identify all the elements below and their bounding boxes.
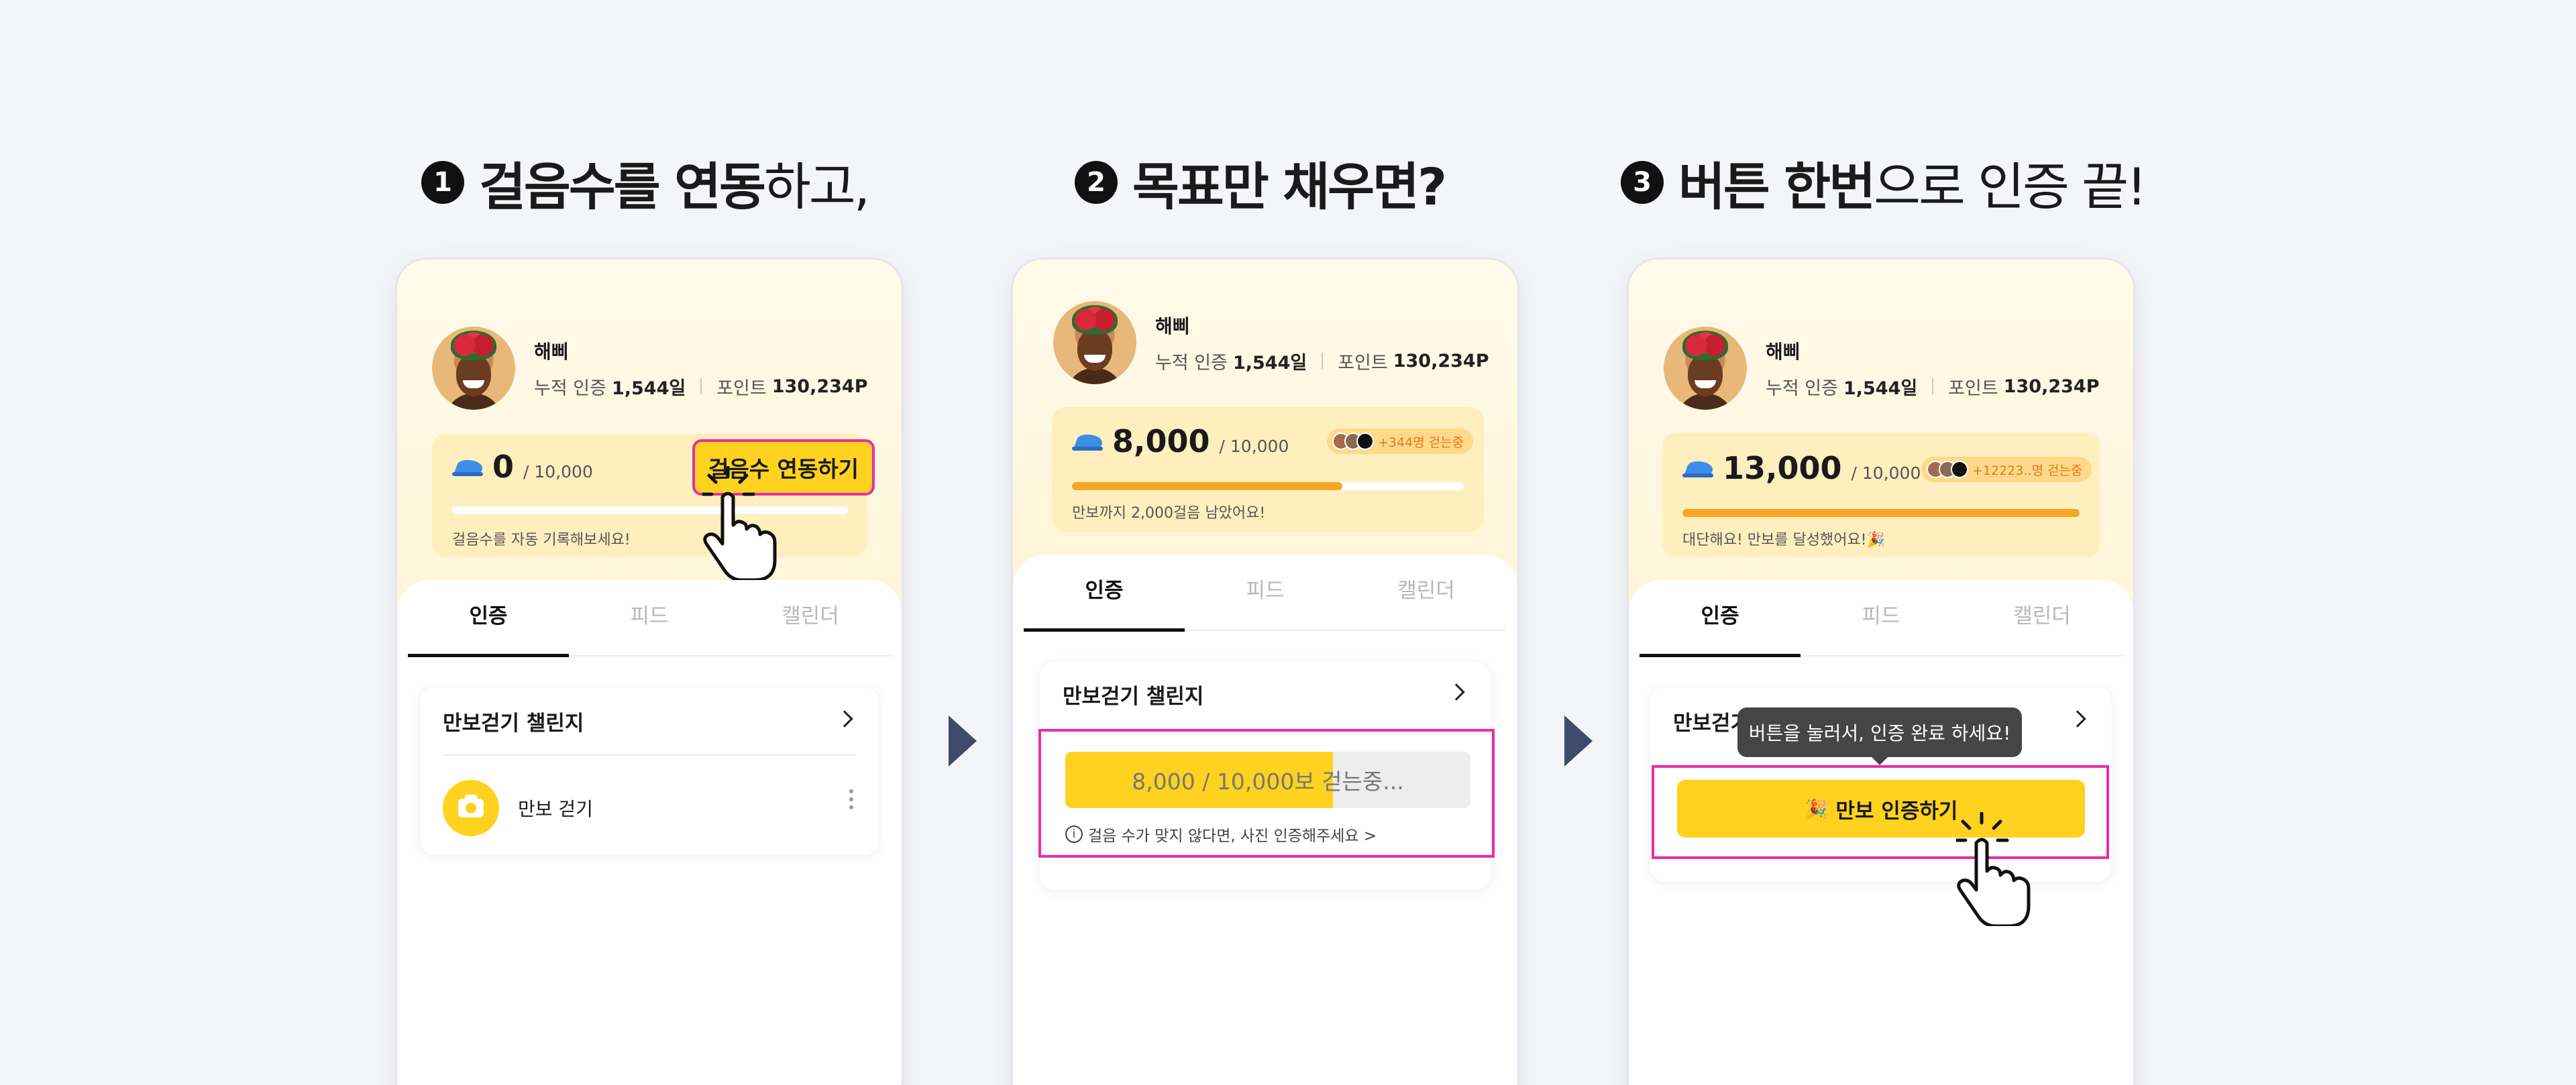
- step-number: 1: [421, 161, 464, 204]
- profile-name: 해삐: [534, 340, 569, 363]
- step-note: 대단해요! 만보를 달성했어요!🎉: [1682, 532, 1885, 549]
- step-count: 0: [492, 449, 515, 485]
- confetti-icon: 🎉: [1804, 797, 1828, 820]
- tab-feed[interactable]: 피드: [1185, 573, 1346, 630]
- next-arrow-icon: [1564, 716, 1593, 766]
- step-3-title: 3 버튼 한번 으로 인증 끝!: [1621, 149, 2147, 217]
- avatar: [432, 327, 515, 410]
- step-2-title: 2 목표만 채우면?: [1075, 149, 1447, 217]
- tab-bar: 인증 피드 캘린더: [1024, 573, 1507, 632]
- profile-name: 해삐: [1155, 315, 1190, 337]
- walkers-badge: +12223..명 걷는중: [1921, 457, 2092, 482]
- walker-avatars: [1927, 461, 1968, 478]
- profile-stats: 누적 인증 1,544일 포인트 130,234P: [1155, 350, 1489, 374]
- chevron-right-icon[interactable]: [2069, 710, 2086, 728]
- hand-pointer-icon: [702, 466, 777, 580]
- photo-cert-link[interactable]: i 걸음 수가 맞지 않다면, 사진 인증해주세요 >: [1065, 823, 1377, 846]
- step-1-title: 1 걸음수를 연동 하고,: [421, 149, 870, 217]
- hand-pointer-icon: [1956, 812, 2031, 926]
- shoe-icon: [1682, 457, 1715, 479]
- challenge-title: 만보걷기 챌린지: [443, 711, 584, 736]
- tab-bar: 인증 피드 캘린더: [408, 599, 891, 657]
- step-title-bold: 버튼 한번: [1678, 157, 1876, 217]
- next-arrow-icon: [949, 716, 977, 766]
- chevron-right-icon[interactable]: [836, 710, 853, 728]
- walkers-badge: +344명 걷는중: [1327, 429, 1474, 454]
- profile: 해삐 누적 인증 1,544일 포인트 130,234P: [1053, 301, 1489, 384]
- item-label: 만보 걷기: [518, 798, 593, 820]
- tab-bar: 인증 피드 캘린더: [1640, 599, 2123, 657]
- shoe-icon: [1072, 431, 1104, 452]
- bottom-sheet: 인증 피드 캘린더 만보걷기 챌린지 만보 걷기: [397, 580, 902, 1085]
- tab-feed[interactable]: 피드: [569, 599, 730, 655]
- step-title-bold: 걸음수를 연동: [479, 157, 766, 217]
- phone-screen-1: 해삐 누적 인증 1,544일 포인트 130,234P 0 / 10,000 걸음…: [397, 260, 902, 1085]
- walking-progress-button[interactable]: 8,000 / 10,000보 걷는중...: [1065, 752, 1470, 808]
- tab-calendar[interactable]: 캘린더: [1962, 599, 2123, 655]
- step-goal: / 10,000: [1219, 437, 1289, 456]
- avatar: [1664, 327, 1747, 410]
- profile: 해삐 누적 인증 1,544일 포인트 130,234P: [432, 327, 868, 410]
- step-title-light: 으로 인증 끝!: [1874, 157, 2147, 217]
- shoe-icon: [452, 456, 484, 477]
- hint-tooltip: 버튼을 눌러서, 인증 완료 하세요!: [1737, 707, 2022, 765]
- chevron-right-icon[interactable]: [1448, 683, 1465, 701]
- step-number: 2: [1075, 161, 1118, 204]
- walker-avatars: [1332, 433, 1374, 450]
- profile-stats: 누적 인증 1,544일 포인트 130,234P: [534, 376, 868, 399]
- phone-screen-3: 해삐 누적 인증 1,544일 포인트 130,234P 13,000 / 10,0…: [1629, 260, 2133, 1085]
- list-item[interactable]: 만보 걷기: [443, 780, 593, 836]
- step-title-light: 하고,: [763, 157, 870, 217]
- step-card: 13,000 / 10,000 +12223..명 걷는중 대단해요! 만보를 …: [1662, 433, 2100, 557]
- info-icon: i: [1065, 825, 1083, 843]
- step-note: 걸음수를 자동 기록해보세요!: [452, 532, 631, 549]
- tab-calendar[interactable]: 캘린더: [1346, 573, 1507, 630]
- camera-icon: [443, 780, 499, 836]
- tab-calendar[interactable]: 캘린더: [730, 599, 891, 655]
- profile-stats: 누적 인증 1,544일 포인트 130,234P: [1766, 376, 2100, 399]
- avatar: [1053, 301, 1136, 384]
- step-progress-bar: [1072, 482, 1464, 490]
- step-count: 8,000: [1112, 423, 1210, 459]
- kebab-icon[interactable]: [849, 789, 853, 813]
- step-progress-bar: [1682, 509, 2080, 517]
- step-number: 3: [1621, 161, 1664, 204]
- tab-certify[interactable]: 인증: [1640, 599, 1801, 657]
- profile: 해삐 누적 인증 1,544일 포인트 130,234P: [1664, 327, 2100, 410]
- step-title-bold: 목표만 채우면?: [1132, 157, 1447, 217]
- tab-certify[interactable]: 인증: [408, 599, 569, 657]
- tab-certify[interactable]: 인증: [1024, 573, 1185, 632]
- step-note: 만보까지 2,000걸음 남았어요!: [1072, 505, 1266, 522]
- challenge-title: 만보걷기 챌린지: [1063, 685, 1204, 709]
- step-goal: / 10,000: [523, 462, 593, 481]
- tab-feed[interactable]: 피드: [1801, 599, 1962, 655]
- challenge-card[interactable]: 만보걷기 챌린지 만보 걷기: [420, 687, 879, 855]
- step-progress-bar: [452, 506, 848, 514]
- profile-name: 해삐: [1766, 340, 1801, 363]
- step-card: 8,000 / 10,000 +344명 걷는중 만보까지 2,000걸음 남았…: [1052, 407, 1484, 532]
- phone-screen-2: 해삐 누적 인증 1,544일 포인트 130,234P 8,000 / 10,00…: [1013, 260, 1517, 1085]
- step-goal: / 10,000: [1851, 463, 1921, 483]
- step-count: 13,000: [1723, 450, 1842, 486]
